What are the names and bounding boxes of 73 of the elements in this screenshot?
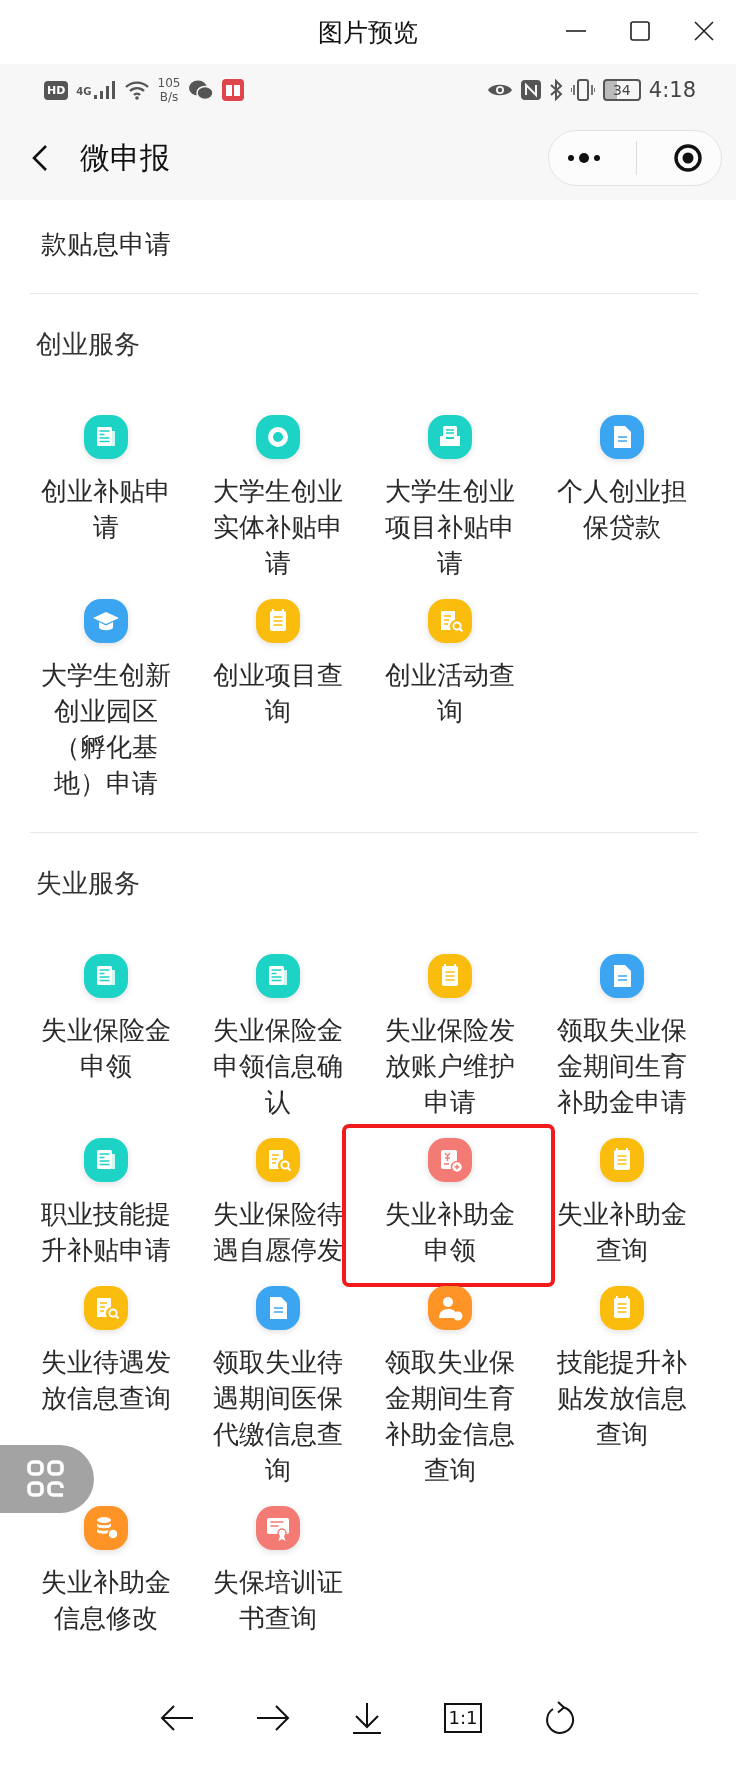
file-icon[interactable] — [600, 954, 644, 998]
document-icon[interactable] — [84, 954, 128, 998]
rotate-icon[interactable] — [544, 1700, 577, 1736]
close-target-icon[interactable] — [673, 143, 704, 173]
eye-icon — [486, 82, 513, 98]
service-label[interactable]: 创业项目查询 — [213, 657, 343, 729]
actual-size-button[interactable]: 1:1 — [443, 1703, 483, 1733]
service-label[interactable]: 大学生创业实体补贴申请 — [213, 473, 343, 581]
ring-icon[interactable] — [256, 415, 300, 459]
close-icon[interactable] — [694, 21, 714, 41]
floating-button[interactable] — [0, 1445, 94, 1513]
notepad-icon[interactable] — [256, 599, 300, 643]
certificate-icon[interactable] — [256, 1506, 300, 1550]
service-label[interactable]: 领取失业保金期间生育补助金信息查询 — [385, 1344, 515, 1488]
service-label[interactable]: 个人创业担保贷款 — [557, 473, 687, 545]
section-heading: 失业服务 — [35, 867, 141, 900]
person-icon[interactable] — [428, 1286, 472, 1330]
chat-bubbles-icon — [188, 79, 215, 101]
service-label[interactable]: 失业保险发放账户维护申请 — [385, 1012, 515, 1120]
notepad-icon[interactable] — [428, 954, 472, 998]
service-label[interactable]: 职业技能提升补贴申请 — [41, 1196, 171, 1268]
coin-stack-icon[interactable] — [84, 1506, 128, 1550]
battery-indicator: 34 — [602, 79, 641, 101]
file-icon[interactable] — [256, 1286, 300, 1330]
network-label: 4G — [76, 86, 92, 97]
hd-badge: HD — [44, 80, 69, 100]
service-label[interactable]: 失业保险金申领信息确认 — [213, 1012, 343, 1120]
tray-icon[interactable] — [428, 415, 472, 459]
service-label[interactable]: 创业补贴申请 — [41, 473, 171, 545]
service-label[interactable]: 失业补助金申领 — [385, 1196, 515, 1268]
wifi-icon — [123, 80, 150, 100]
service-label[interactable]: 失业补助金信息修改 — [41, 1564, 171, 1636]
document-icon[interactable] — [84, 415, 128, 459]
document-icon[interactable] — [84, 1138, 128, 1182]
notepad-icon[interactable] — [600, 1138, 644, 1182]
document-icon[interactable] — [256, 954, 300, 998]
nfc-icon — [520, 80, 541, 100]
back-icon[interactable] — [32, 144, 48, 172]
vibrate-icon — [570, 79, 595, 101]
service-label[interactable]: 失业补助金查询 — [557, 1196, 687, 1268]
yen-card-icon[interactable] — [428, 1138, 472, 1182]
notepad-icon[interactable] — [600, 1286, 644, 1330]
service-label[interactable]: 失业保险金申领 — [41, 1012, 171, 1084]
bluetooth-icon — [548, 79, 563, 101]
window-title: 图片预览 — [318, 16, 418, 49]
speed-unit: B/s — [159, 90, 179, 104]
file-icon[interactable] — [600, 415, 644, 459]
grid-icon — [27, 1460, 67, 1498]
clipboard-search-icon[interactable] — [256, 1138, 300, 1182]
service-label[interactable]: 大学生创业项目补贴申请 — [385, 473, 515, 581]
page-title: 微申报 — [80, 138, 171, 177]
clock-time: 4:18 — [648, 78, 696, 102]
maximize-icon[interactable] — [630, 21, 650, 41]
graduation-cap-icon[interactable] — [84, 599, 128, 643]
book-icon — [222, 79, 245, 101]
service-label[interactable]: 失业保险待遇自愿停发 — [213, 1196, 343, 1268]
download-icon[interactable] — [351, 1702, 382, 1734]
signal-icon — [93, 81, 116, 99]
service-label[interactable]: 失保培训证书查询 — [213, 1564, 343, 1636]
service-label[interactable]: 领取失业保金期间生育补助金申请 — [557, 1012, 687, 1120]
previous-arrow-icon[interactable] — [159, 1704, 194, 1732]
service-label[interactable]: 款贴息申请 — [41, 226, 171, 262]
more-icon[interactable] — [566, 153, 601, 163]
clipboard-search-icon[interactable] — [428, 599, 472, 643]
service-label[interactable]: 大学生创新创业园区（孵化基地）申请 — [41, 657, 171, 801]
clipboard-search-icon[interactable] — [84, 1286, 128, 1330]
service-label[interactable]: 创业活动查询 — [385, 657, 515, 729]
service-label[interactable]: 失业待遇发放信息查询 — [41, 1344, 171, 1416]
next-arrow-icon[interactable] — [255, 1704, 290, 1732]
service-label[interactable]: 领取失业待遇期间医保代缴信息查询 — [213, 1344, 343, 1488]
service-label[interactable]: 技能提升补贴发放信息查询 — [557, 1344, 687, 1452]
section-heading: 创业服务 — [35, 328, 141, 361]
speed-value: 105 — [157, 76, 181, 90]
